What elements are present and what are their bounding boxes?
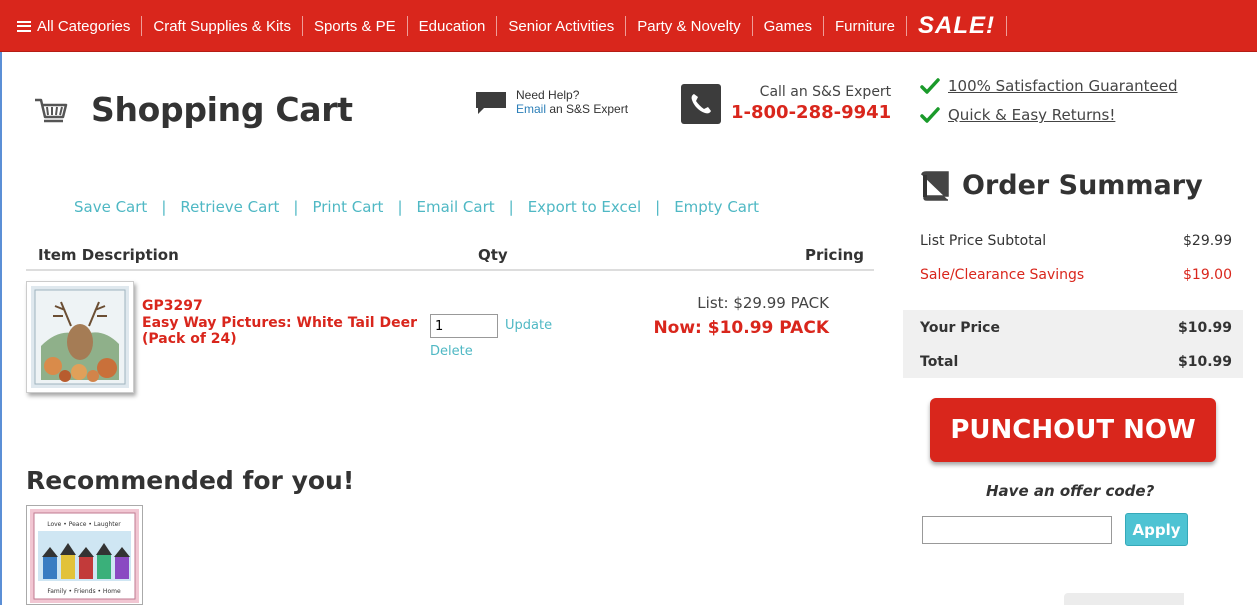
column-header-description: Item Description: [38, 246, 179, 264]
thumb-top-text: Love • Peace • Laughter: [47, 521, 121, 528]
list-subtotal-label: List Price Subtotal: [920, 233, 1047, 249]
corner-widget: [1064, 593, 1184, 605]
order-summary-heading: Order Summary: [920, 170, 1203, 201]
nav-senior-activities[interactable]: Senior Activities: [497, 18, 625, 35]
product-name-link[interactable]: Easy Way Pictures: White Tail Deer (Pack…: [142, 315, 422, 347]
call-label: Call an S&S Expert: [759, 84, 892, 100]
nav-furniture[interactable]: Furniture: [824, 18, 906, 35]
nav-all-categories[interactable]: All Categories: [6, 18, 141, 35]
checkmark-icon: [920, 78, 940, 94]
apply-button[interactable]: Apply: [1125, 513, 1188, 546]
quantity-input[interactable]: [430, 314, 498, 338]
action-separator: |: [293, 198, 299, 216]
help-line2-rest: an S&S Expert: [546, 102, 629, 116]
nav-sale-label: SALE!: [918, 12, 996, 39]
total-value: $10.99: [1177, 354, 1232, 370]
action-separator: |: [508, 198, 514, 216]
thumb-bottom-text: Family • Friends • Home: [47, 588, 121, 595]
deer-picture-image: [31, 286, 129, 388]
update-link[interactable]: Update: [505, 318, 552, 333]
print-cart-link[interactable]: Print Cart: [312, 198, 383, 216]
nav-all-categories-label: All Categories: [37, 17, 131, 35]
now-price: Now: $10.99 PACK: [653, 318, 829, 338]
list-subtotal-value: $29.99: [1183, 233, 1232, 249]
checkmark-icon: [920, 107, 940, 123]
export-excel-link[interactable]: Export to Excel: [528, 198, 641, 216]
your-price-label: Your Price: [920, 320, 1000, 336]
product-thumbnail[interactable]: [26, 281, 134, 393]
your-price-value: $10.99: [1177, 320, 1232, 336]
total-label: Total: [920, 354, 959, 370]
empty-cart-link[interactable]: Empty Cart: [674, 198, 759, 216]
nav-sale[interactable]: SALE!: [907, 12, 1006, 40]
nav-education[interactable]: Education: [408, 18, 497, 35]
phone-handset-icon: [691, 94, 711, 114]
shopping-cart-icon: [35, 98, 68, 123]
offer-code-input[interactable]: [922, 516, 1112, 544]
phone-icon: [681, 84, 721, 124]
action-separator: |: [161, 198, 167, 216]
recommended-product-thumbnail[interactable]: Love • Peace • Laughter Family • Friends…: [26, 505, 143, 605]
action-separator: |: [655, 198, 661, 216]
nav-items: All Categories Craft Supplies & Kits Spo…: [0, 0, 1008, 52]
nav-craft-supplies[interactable]: Craft Supplies & Kits: [142, 18, 302, 35]
chat-bubble-icon: [476, 92, 506, 114]
call-block: Call an S&S Expert 1-800-288-9941: [681, 84, 891, 124]
recommended-title: Recommended for you!: [26, 466, 355, 495]
nav-sports-pe[interactable]: Sports & PE: [303, 18, 407, 35]
nav-separator: [1006, 16, 1008, 36]
help-text: Need Help? Email an S&S Expert: [516, 88, 628, 116]
delete-link[interactable]: Delete: [430, 344, 473, 359]
list-price: List: $29.99 PACK: [697, 294, 829, 312]
houses-picture-image: Love • Peace • Laughter Family • Friends…: [30, 509, 139, 603]
page-left-border: [0, 52, 2, 605]
help-block: Need Help? Email an S&S Expert: [474, 88, 628, 116]
retrieve-cart-link[interactable]: Retrieve Cart: [180, 198, 279, 216]
satisfaction-guarantee-link[interactable]: 100% Satisfaction Guaranteed: [948, 77, 1178, 95]
nav-party-novelty[interactable]: Party & Novelty: [626, 18, 751, 35]
call-text: Call an S&S Expert 1-800-288-9941: [731, 84, 891, 124]
guarantee-satisfaction: 100% Satisfaction Guaranteed: [920, 77, 1178, 95]
nav-games[interactable]: Games: [753, 18, 823, 35]
savings-label: Sale/Clearance Savings: [920, 267, 1085, 283]
order-summary-title: Order Summary: [962, 170, 1203, 201]
cart-table-header: Item Description Qty Pricing: [26, 244, 874, 271]
page-title: Shopping Cart: [91, 90, 353, 129]
email-expert-link[interactable]: Email: [516, 102, 546, 116]
column-header-pricing: Pricing: [805, 246, 864, 264]
guarantee-returns: Quick & Easy Returns!: [920, 106, 1115, 124]
easy-returns-link[interactable]: Quick & Easy Returns!: [948, 106, 1115, 124]
punchout-now-button[interactable]: PUNCHOUT NOW: [930, 398, 1216, 462]
cart-actions: Save Cart | Retrieve Cart | Print Cart |…: [74, 198, 759, 216]
save-cart-link[interactable]: Save Cart: [74, 198, 147, 216]
action-separator: |: [397, 198, 403, 216]
product-code[interactable]: GP3297: [142, 298, 203, 314]
help-line2: Email an S&S Expert: [516, 102, 628, 116]
book-icon: [921, 170, 949, 201]
column-header-qty: Qty: [478, 246, 508, 264]
phone-number[interactable]: 1-800-288-9941: [731, 102, 891, 123]
savings-value: $19.00: [1183, 267, 1232, 283]
offer-code-label: Have an offer code?: [986, 482, 1155, 500]
top-nav-bar: All Categories Craft Supplies & Kits Spo…: [0, 0, 1257, 52]
email-cart-link[interactable]: Email Cart: [417, 198, 495, 216]
help-line1: Need Help?: [516, 88, 580, 102]
hamburger-menu-icon: [17, 20, 31, 32]
